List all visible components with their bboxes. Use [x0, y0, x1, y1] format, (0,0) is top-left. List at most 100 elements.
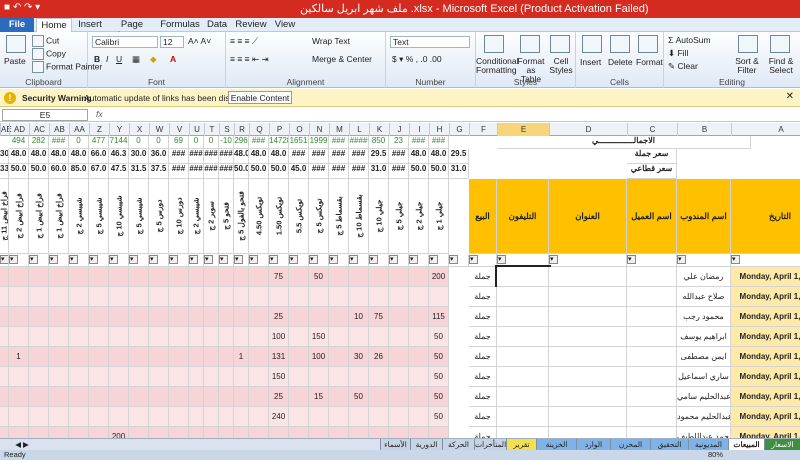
copy-button[interactable]: Copy	[32, 48, 66, 60]
filter-button-ac[interactable]: ▾	[29, 254, 49, 267]
column-header-g[interactable]: G	[449, 123, 469, 136]
column-header-d[interactable]: D	[549, 123, 627, 136]
data-cell-n[interactable]	[309, 407, 329, 427]
data-cell-y[interactable]	[109, 327, 129, 347]
data-cell-ae[interactable]	[0, 287, 9, 307]
empty-cell-c[interactable]	[627, 307, 677, 327]
data-cell-ab[interactable]	[49, 347, 69, 367]
data-cell-j[interactable]	[389, 427, 409, 438]
data-cell-s[interactable]	[219, 407, 234, 427]
data-cell-r[interactable]	[234, 427, 249, 438]
rep-name-cell[interactable]: رمضان علي	[677, 267, 731, 287]
column-header-u[interactable]: U	[189, 123, 204, 136]
tab-page-layout[interactable]: Page Layout	[108, 18, 156, 41]
data-cell-v[interactable]	[169, 407, 189, 427]
filter-dropdown-icon[interactable]: ▾	[309, 255, 318, 264]
data-cell-u[interactable]	[189, 427, 204, 438]
filter-button-b[interactable]: ▾	[677, 254, 731, 267]
data-cell-ac[interactable]	[29, 267, 49, 287]
data-cell-l[interactable]	[349, 367, 369, 387]
filter-dropdown-icon[interactable]: ▾	[204, 255, 213, 264]
total-cell-j[interactable]: 23	[389, 136, 409, 149]
data-cell-s[interactable]	[219, 287, 234, 307]
product-header-n[interactable]: تويكس 5 ج	[309, 179, 329, 254]
date-cell[interactable]: Monday, April 1, 2024	[731, 367, 800, 387]
empty-cell-c[interactable]	[627, 407, 677, 427]
total-cell-z[interactable]: 477	[89, 136, 109, 149]
data-cell-k[interactable]: 75	[369, 307, 389, 327]
data-cell-m[interactable]	[329, 287, 349, 307]
data-cell-n[interactable]: 15	[309, 387, 329, 407]
data-cell-t[interactable]	[204, 267, 219, 287]
product-header-x[interactable]: شيبسي 5 ج	[129, 179, 149, 254]
data-cell-ae[interactable]	[0, 367, 9, 387]
data-cell-m[interactable]	[329, 307, 349, 327]
data-cell-y[interactable]	[109, 347, 129, 367]
price_row1-cell-i[interactable]: 48.0	[409, 149, 429, 164]
data-cell-ac[interactable]	[29, 367, 49, 387]
column-header-i[interactable]: I	[409, 123, 429, 136]
data-cell-x[interactable]	[129, 267, 149, 287]
column-header-ac[interactable]: AC	[29, 123, 49, 136]
column-header-ae[interactable]: AE	[0, 123, 12, 136]
filter-dropdown-icon[interactable]: ▾	[169, 255, 178, 264]
column-header-w[interactable]: W	[149, 123, 169, 136]
product-header-k[interactable]: جيلي 10 ج	[369, 179, 389, 254]
data-cell-p[interactable]: 131	[269, 347, 289, 367]
empty-cell-c[interactable]	[627, 347, 677, 367]
filter-dropdown-icon[interactable]: ▾	[149, 255, 158, 264]
price_row2-cell-o[interactable]: 45.0	[289, 164, 309, 179]
data-cell-o[interactable]	[289, 327, 309, 347]
data-cell-w[interactable]	[149, 287, 169, 307]
filter-dropdown-icon[interactable]: ▾	[189, 255, 198, 264]
data-cell-ab[interactable]	[49, 427, 69, 438]
sale-type-cell[interactable]: جملة	[469, 347, 497, 367]
data-cell-w[interactable]	[149, 307, 169, 327]
sale-type-cell[interactable]: جملة	[469, 367, 497, 387]
data-cell-x[interactable]	[129, 327, 149, 347]
data-cell-m[interactable]	[329, 387, 349, 407]
sale-type-cell[interactable]: جملة	[469, 267, 497, 287]
data-cell-ac[interactable]	[29, 387, 49, 407]
data-cell-x[interactable]	[129, 287, 149, 307]
close-icon[interactable]: ✕	[786, 91, 794, 102]
data-cell-p[interactable]	[269, 287, 289, 307]
data-cell-ad[interactable]	[9, 367, 29, 387]
header-sale[interactable]: البيع	[469, 179, 497, 254]
data-cell-o[interactable]	[289, 407, 309, 427]
data-cell-ab[interactable]	[49, 387, 69, 407]
number-format-buttons[interactable]: $ ▾ % , .0 .00	[392, 54, 442, 65]
data-cell-w[interactable]	[149, 387, 169, 407]
data-cell-i[interactable]	[409, 407, 429, 427]
data-cell-v[interactable]	[169, 387, 189, 407]
price_row1-cell-t[interactable]: ###	[204, 149, 219, 164]
conditional-formatting-button[interactable]: Conditional Formatting	[476, 57, 519, 75]
data-cell-ad[interactable]	[9, 287, 29, 307]
product-header-y[interactable]: شيبسي 10 ج	[109, 179, 129, 254]
data-cell-aa[interactable]	[69, 387, 89, 407]
price_row1-cell-r[interactable]: 48.0	[234, 149, 249, 164]
data-cell-z[interactable]	[89, 307, 109, 327]
total-cell-aa[interactable]: 0	[69, 136, 89, 149]
date-cell[interactable]: Monday, April 1, 2024	[731, 307, 800, 327]
bold-button[interactable]: B	[94, 54, 100, 64]
format-cells-button[interactable]: Format	[636, 57, 663, 67]
data-cell-l[interactable]: 10	[349, 307, 369, 327]
price_row2-cell-m[interactable]: ###	[329, 164, 349, 179]
data-cell-p[interactable]: 100	[269, 327, 289, 347]
data-cell-r[interactable]	[234, 387, 249, 407]
empty-cell-d[interactable]	[549, 387, 627, 407]
product-header-j[interactable]: جيلي 5 ج	[389, 179, 409, 254]
data-cell-m[interactable]	[329, 327, 349, 347]
column-header-e[interactable]: E	[497, 123, 549, 136]
product-header-p[interactable]: تويكس 1.50	[269, 179, 289, 254]
italic-button[interactable]: I	[106, 54, 108, 64]
product-header-o[interactable]: تويكس 5.5	[289, 179, 309, 254]
product-header-aa[interactable]: شيبسي 2 ج	[69, 179, 89, 254]
filter-dropdown-icon[interactable]: ▾	[0, 255, 8, 264]
data-cell-ae[interactable]	[0, 327, 9, 347]
data-cell-p[interactable]: 240	[269, 407, 289, 427]
date-cell[interactable]: Monday, April 1, 2024	[731, 287, 800, 307]
data-cell-u[interactable]	[189, 267, 204, 287]
rep-name-cell[interactable]: محمد عبداللطيف	[677, 427, 731, 438]
